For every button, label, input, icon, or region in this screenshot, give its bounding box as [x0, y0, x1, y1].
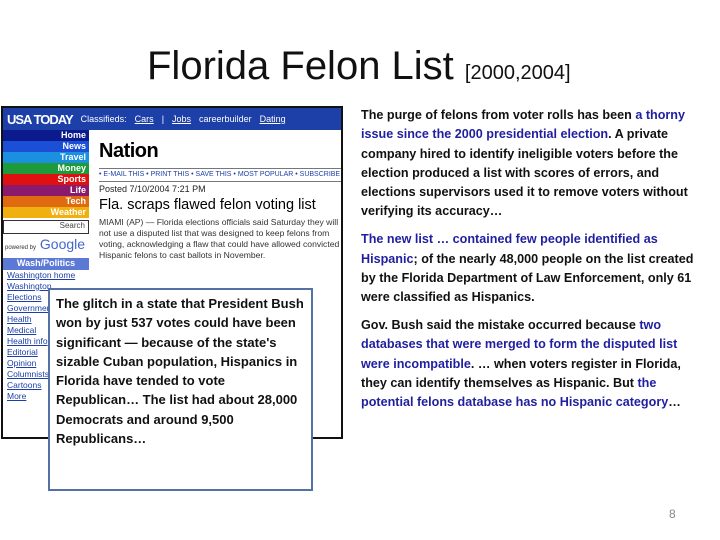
headline: Fla. scraps flawed felon voting list — [99, 197, 316, 213]
nav-item-news[interactable]: News — [3, 141, 89, 152]
article: Nation • E-MAIL THIS • PRINT THIS • SAVE… — [99, 130, 341, 261]
classifieds-label: Classifieds: — [80, 114, 127, 124]
page-number: 8 — [669, 507, 676, 521]
section-link[interactable]: Washington home — [3, 270, 89, 281]
careerbuilder-logo: careerbuilder — [199, 114, 252, 124]
right-text: The purge of felons from voter rolls has… — [361, 106, 703, 421]
google-text: Google — [39, 236, 86, 252]
article-tools[interactable]: • E-MAIL THIS • PRINT THIS • SAVE THIS •… — [99, 168, 341, 182]
slide-title: Florida Felon List [2000,2004] — [147, 44, 571, 89]
link-jobs[interactable]: Jobs — [172, 114, 191, 124]
nav-item-travel[interactable]: Travel — [3, 152, 89, 163]
divider: | — [161, 114, 165, 124]
usatoday-logo: USA TODAY — [7, 111, 74, 127]
nav-item-tech[interactable]: Tech — [3, 196, 89, 207]
paragraph-2: The new list … contained few people iden… — [361, 230, 703, 307]
nav-item-life[interactable]: Life — [3, 185, 89, 196]
section-header[interactable]: Wash/Politics — [3, 258, 89, 270]
nav-item-money[interactable]: Money — [3, 163, 89, 174]
nav-item-home[interactable]: Home — [3, 130, 89, 141]
paragraph-3: Gov. Bush said the mistake occurred beca… — [361, 316, 703, 412]
nav-item-weather[interactable]: Weather — [3, 207, 89, 218]
powered-by: powered by — [5, 245, 37, 251]
search-input[interactable]: Search — [3, 220, 89, 234]
paragraph-1: The purge of felons from voter rolls has… — [361, 106, 703, 222]
google-logo: powered by Google — [3, 236, 89, 258]
article-body: MIAMI (AP) — Florida elections officials… — [99, 217, 340, 260]
nav-item-sports[interactable]: Sports — [3, 174, 89, 185]
link-cars[interactable]: Cars — [135, 114, 154, 124]
posted-date: Posted 7/10/2004 7:21 PM — [99, 184, 206, 194]
title-main: Florida Felon List — [147, 44, 454, 88]
callout-box: The glitch in a state that President Bus… — [48, 288, 313, 491]
text: The purge of felons from voter rolls has… — [361, 108, 636, 122]
top-bar: USA TODAY Classifieds: Cars | Jobs caree… — [3, 108, 341, 130]
text: Gov. Bush said the mistake occurred beca… — [361, 317, 640, 332]
text: … — [668, 395, 681, 410]
section-title: Nation — [99, 140, 159, 162]
link-dating[interactable]: Dating — [260, 114, 286, 124]
title-years: [2000,2004] — [464, 62, 571, 84]
